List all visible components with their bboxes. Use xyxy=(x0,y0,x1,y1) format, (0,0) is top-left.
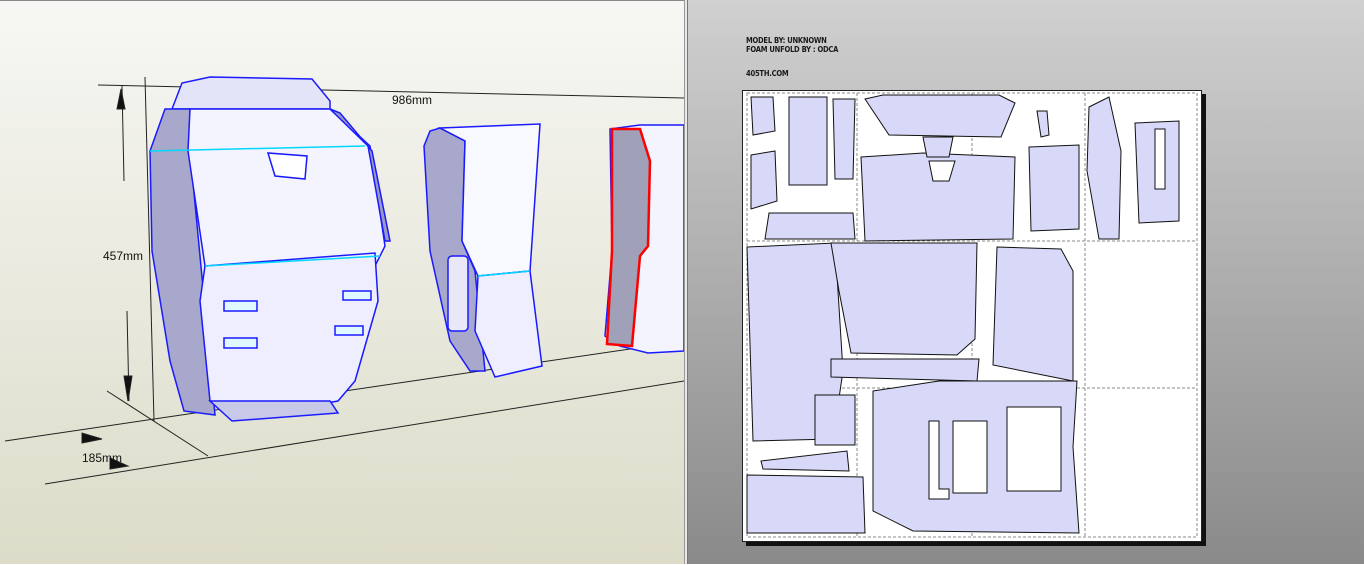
arrow-down-icon xyxy=(123,375,133,402)
part-right-cut[interactable] xyxy=(604,124,684,354)
part-middle[interactable] xyxy=(423,123,543,378)
site-credit: 405TH.COM xyxy=(746,69,789,78)
height-dimension-label: 457mm xyxy=(103,249,144,263)
part-back-plate[interactable] xyxy=(149,76,391,422)
arrow-up-icon xyxy=(116,88,126,110)
model-credit: MODEL BY: UNKNOWN xyxy=(746,36,827,45)
3d-scene xyxy=(4,76,684,485)
unfold-credit: FOAM UNFOLD BY : ODCA xyxy=(746,45,839,54)
width-dimension-label: 986mm xyxy=(392,93,433,107)
3d-model-view[interactable]: 986mm 457mm 185mm xyxy=(0,0,684,564)
2d-unfold-view[interactable]: MODEL BY: UNKNOWN FOAM UNFOLD BY : ODCA … xyxy=(688,0,1364,564)
depth-dimension-label: 185mm xyxy=(82,451,123,465)
paper-sheet xyxy=(742,90,1202,542)
unfold-parts xyxy=(746,92,1198,538)
arrow-right-icon xyxy=(81,432,103,444)
